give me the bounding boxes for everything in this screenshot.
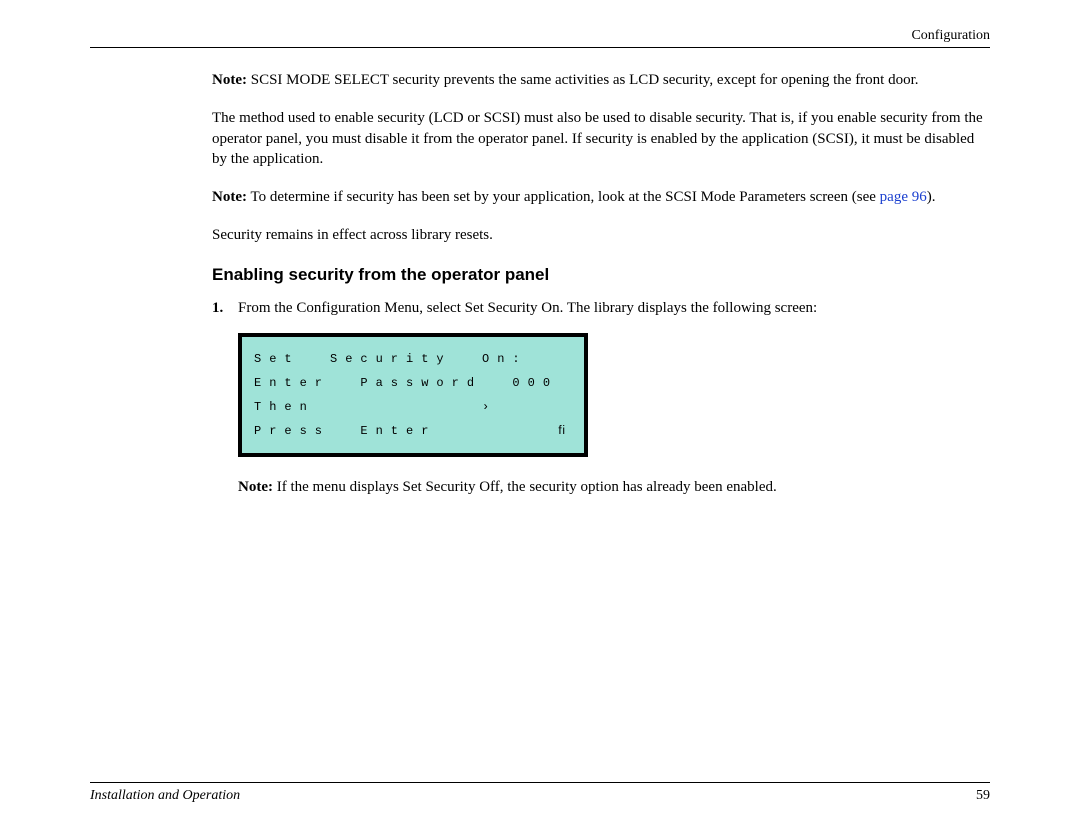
note-text-b: ). [927,189,936,205]
note-block-3: Note: If the menu displays Set Security … [238,477,990,497]
note-label: Note: [212,189,247,205]
step-number: 1. [212,298,238,318]
step-text: From the Configuration Menu, select Set … [238,298,990,318]
body-paragraph-2: Security remains in effect across librar… [212,225,990,245]
note-label: Note: [212,72,247,88]
note-label: Note: [238,479,273,495]
step-1: 1. From the Configuration Menu, select S… [212,298,990,318]
lcd-screen: Set Security On: Enter Password 000 Then… [238,333,588,457]
lcd-line-4: Press Enter ﬁ [254,424,573,438]
subheading: Enabling security from the operator pane… [212,264,990,287]
note-block-2: Note: To determine if security has been … [212,187,990,207]
note-block-1: Note: SCSI MODE SELECT security prevents… [212,70,990,90]
note-text-a: To determine if security has been set by… [250,189,879,205]
lcd-line-1: Set Security On: [254,352,528,366]
page-footer: Installation and Operation 59 [90,782,990,804]
page-number: 59 [976,788,990,804]
section-title: Configuration [911,28,990,43]
footer-title: Installation and Operation [90,788,240,804]
note-text: SCSI MODE SELECT security prevents the s… [251,72,919,88]
lcd-line-3: Then › [254,400,497,414]
page-header: Configuration [90,28,990,48]
page-link[interactable]: page 96 [880,189,927,205]
note-text: If the menu displays Set Security Off, t… [277,479,777,495]
lcd-line-2: Enter Password 000 [254,376,558,390]
body-paragraph-1: The method used to enable security (LCD … [212,108,990,169]
